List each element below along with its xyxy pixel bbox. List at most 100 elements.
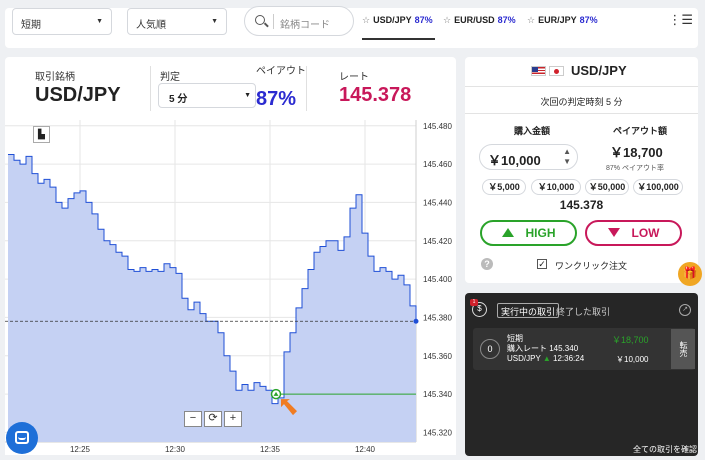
y-tick-label: 145.360 (423, 352, 452, 361)
y-tick-label: 145.340 (423, 390, 452, 399)
payout-label: ペイアウト (256, 66, 306, 77)
favorite-payout: 87% (579, 15, 598, 25)
trade-pair: USD/JPY (571, 63, 627, 78)
position-index: 0 (480, 339, 500, 359)
gift-icon[interactable]: 🎁 (678, 262, 702, 286)
info-divider (150, 66, 151, 111)
expiry-select[interactable]: 5 分 ▼ (158, 83, 256, 108)
arrow-up-icon: ▲ (542, 354, 551, 363)
y-tick-label: 145.400 (423, 275, 452, 284)
rate-label: レート (339, 72, 369, 83)
sell-button[interactable]: 転売 (671, 329, 695, 369)
zoom-in-button[interactable]: + (224, 411, 242, 427)
purchase-amount-input[interactable]: ￥10,000 ▲ ▼ (479, 144, 578, 170)
low-label: LOW (631, 226, 660, 240)
decrement-icon[interactable]: ▼ (563, 157, 571, 166)
tab-closed-trades[interactable]: 終了した取引 (556, 305, 610, 318)
favorite-pair: EUR/JPY (538, 15, 577, 25)
arrow-down-icon (607, 228, 620, 237)
star-icon: ☆ (443, 15, 452, 25)
position-pair: USD/JPY (507, 354, 541, 363)
y-tick-label: 145.460 (423, 160, 452, 169)
star-icon: ☆ (362, 15, 371, 25)
payout-value: 87% (256, 88, 297, 110)
high-label: HIGH (525, 226, 556, 240)
position-payout: ￥18,700 (612, 335, 649, 345)
chevron-down-icon: ▼ (96, 18, 103, 25)
chat-icon[interactable] (6, 422, 38, 454)
quick-amount-button[interactable]: ￥100,000 (633, 179, 683, 195)
us-flag-icon (531, 66, 546, 76)
chevron-down-icon: ▼ (211, 18, 218, 25)
y-tick-label: 145.440 (423, 198, 452, 207)
increment-icon[interactable]: ▲ (563, 147, 571, 156)
jp-flag-icon (549, 66, 564, 76)
position-amount: ￥10,000 (616, 355, 649, 364)
purchase-label: 購入金額 (514, 126, 551, 136)
one-click-label: ワンクリック注文 (555, 261, 628, 271)
favorite-pair: EUR/USD (454, 15, 495, 25)
reset-zoom-button[interactable]: ⟳ (204, 411, 222, 427)
positions-badge-icon: $1 (470, 299, 487, 317)
symbol-value: USD/JPY (35, 84, 121, 106)
expiry-label: 判定 (160, 72, 180, 83)
purchase-amount-value: ￥10,000 (488, 153, 541, 168)
high-button[interactable]: HIGH (480, 220, 577, 246)
y-tick-label: 145.480 (423, 122, 452, 131)
term-select[interactable]: 短期 ▼ (12, 8, 112, 35)
quick-amount-button[interactable]: ￥5,000 (482, 179, 526, 195)
trade-rate: 145.378 (559, 198, 604, 212)
tab-active-trades[interactable]: 実行中の取引 (497, 303, 560, 318)
hamburger-icon[interactable]: ⋮☰ (668, 12, 693, 28)
external-link-icon[interactable]: ↗ (679, 304, 691, 316)
x-tick-label: 12:25 (70, 445, 91, 454)
sort-select-value: 人気順 (136, 20, 166, 31)
favorite-tab-eurusd[interactable]: ☆ EUR/USD 87% (443, 15, 516, 26)
search-icon (255, 15, 265, 25)
x-tick-label: 12:40 (355, 445, 376, 454)
symbol-label: 取引銘柄 (35, 72, 75, 83)
favorite-tab-usdjpy[interactable]: ☆ USD/JPY 87% (362, 15, 435, 40)
quick-amount-button[interactable]: ￥10,000 (531, 179, 581, 195)
search-divider (273, 14, 274, 29)
quick-amount-button[interactable]: ￥50,000 (585, 179, 629, 195)
favorite-payout: 87% (497, 15, 516, 25)
low-button[interactable]: LOW (585, 220, 682, 246)
rate-value: 145.378 (339, 84, 412, 106)
one-click-checkbox[interactable]: ✓ (537, 259, 547, 269)
search-placeholder: 銘柄コード (280, 20, 330, 31)
favorite-tab-eurjpy[interactable]: ☆ EUR/JPY 87% (527, 15, 598, 26)
y-tick-label: 145.420 (423, 237, 452, 246)
search-input[interactable]: 銘柄コード (244, 6, 354, 36)
divider (465, 113, 698, 114)
y-tick-label: 145.320 (423, 428, 452, 437)
x-tick-label: 12:35 (260, 445, 281, 454)
price-chart[interactable]: 145.480 145.460 145.440 145.420 145.400 145.3… (5, 120, 456, 455)
chart-canvas: 145.480 145.460 145.440 145.420 145.400 145.3… (5, 120, 452, 454)
sort-select[interactable]: 人気順 ▼ (127, 8, 227, 35)
positions-count: 1 (470, 299, 478, 306)
x-tick-label: 12:30 (165, 445, 186, 454)
all-trades-link[interactable]: 全ての取引を確認 (633, 444, 697, 455)
position-pair-time: USD/JPY ▲ 12:36:24 (507, 354, 584, 363)
current-rate-dot (413, 318, 419, 324)
star-icon: ☆ (527, 15, 536, 25)
expiry-value: 5 分 (169, 94, 188, 105)
arrow-up-icon (501, 228, 514, 237)
position-entry-label: 購入レート (507, 344, 547, 353)
y-tick-label: 145.380 (423, 313, 452, 322)
payout-rate-line: 87% ペイアウト率 (606, 163, 664, 173)
bar-chart-icon[interactable]: ▙ (33, 126, 50, 143)
payout-rate-label: ペイアウト率 (621, 165, 664, 172)
chevron-down-icon: ▼ (244, 92, 251, 99)
position-entry-rate: 145.340 (549, 344, 579, 353)
next-judgement-text: 次回の判定時刻 5 分 (540, 97, 623, 107)
zoom-out-button[interactable]: − (184, 411, 202, 427)
favorite-pair: USD/JPY (373, 15, 412, 25)
term-select-value: 短期 (21, 20, 41, 31)
help-icon[interactable]: ? (481, 258, 493, 270)
position-entry: 購入レート 145.340 (507, 343, 578, 354)
divider (465, 86, 698, 87)
price-area (8, 154, 416, 442)
payout-rate-pct: 87% (606, 165, 621, 172)
